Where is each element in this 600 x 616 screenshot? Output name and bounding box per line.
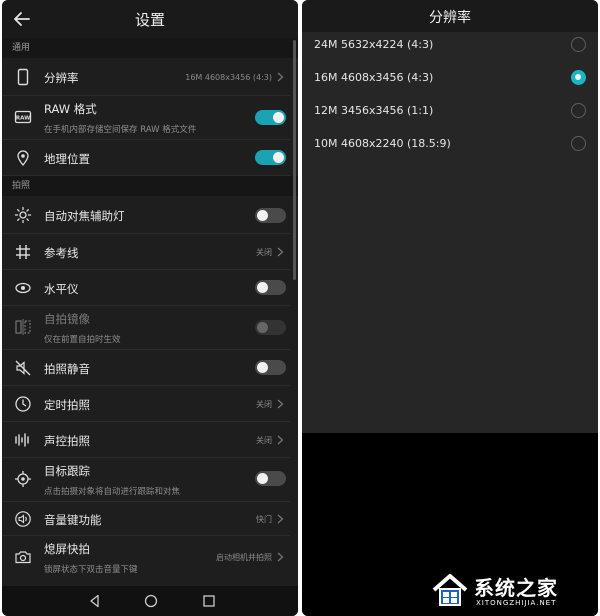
radio-button-selected[interactable]	[571, 70, 586, 85]
settings-screen: 设置 通用 分辨率 16M 4608x3456 (4:3) RAW RAW 格式…	[2, 0, 298, 616]
chevron-right-icon	[277, 247, 284, 257]
mirror-icon	[14, 318, 32, 336]
level-toggle[interactable]	[255, 280, 286, 295]
scrollbar[interactable]	[293, 40, 296, 280]
setting-row-location[interactable]: 地理位置	[2, 140, 290, 176]
resolution-option[interactable]: 10M 4608x2240 (18.5:9)	[314, 129, 586, 161]
volume-icon	[14, 510, 32, 528]
raw-icon: RAW	[14, 108, 32, 126]
setting-value: 启动相机并拍照	[216, 553, 272, 562]
mute-speaker-icon	[14, 359, 32, 377]
raw-toggle[interactable]	[255, 110, 286, 125]
resolution-option[interactable]: 16M 4608x3456 (4:3)	[314, 63, 586, 95]
setting-label: 水平仪	[44, 282, 79, 296]
setting-label: 分辨率	[44, 71, 79, 85]
level-icon	[14, 279, 32, 297]
setting-label: 参考线	[44, 246, 79, 260]
section-header-general: 通用	[2, 38, 298, 58]
tracking-toggle[interactable]	[255, 471, 286, 486]
watermark-brand: 系统之家	[474, 576, 558, 600]
setting-row-voice-capture[interactable]: 声控拍照 关闭	[2, 422, 290, 458]
svg-text:RAW: RAW	[16, 116, 30, 122]
setting-label: 目标跟踪	[44, 464, 90, 478]
setting-value: 快门	[256, 515, 272, 524]
camera-icon	[14, 548, 32, 566]
nav-home-icon[interactable]	[142, 592, 160, 610]
setting-label: 熄屏快拍	[44, 542, 90, 556]
setting-label: 音量键功能	[44, 513, 102, 527]
watermark-url: XITONGZHIJIA.NET	[476, 599, 557, 607]
setting-row-resolution[interactable]: 分辨率 16M 4608x3456 (4:3)	[2, 58, 290, 96]
resolution-dialog: 分辨率 24M 5632x4224 (4:3) 16M 4608x3456 (4…	[302, 0, 598, 616]
setting-row-volume-key[interactable]: 音量键功能 快门	[2, 502, 290, 536]
setting-label: 自拍镜像	[44, 312, 90, 326]
setting-value: 关闭	[256, 248, 272, 257]
setting-row-af-assist-light[interactable]: 自动对焦辅助灯	[2, 196, 290, 234]
chevron-right-icon	[277, 72, 284, 82]
setting-row-raw[interactable]: RAW RAW 格式 在手机内部存储空间保存 RAW 格式文件	[2, 96, 290, 140]
setting-row-shutter-mute[interactable]: 拍照静音	[2, 350, 290, 386]
setting-row-timer[interactable]: 定时拍照 关闭	[2, 386, 290, 422]
option-label: 16M 4608x3456 (4:3)	[314, 71, 434, 84]
setting-value: 关闭	[256, 436, 272, 445]
setting-label: 地理位置	[44, 152, 90, 166]
chevron-right-icon	[277, 435, 284, 445]
setting-description: 仅在前置自拍时生效	[44, 335, 121, 345]
setting-row-selfie-mirror: 自拍镜像 仅在前置自拍时生效	[2, 306, 290, 350]
location-pin-icon	[14, 149, 32, 167]
setting-label: 自动对焦辅助灯	[44, 209, 125, 223]
chevron-right-icon	[277, 399, 284, 409]
setting-row-quick-snapshot[interactable]: 熄屏快拍 锁屏状态下双击音量下键 启动相机并拍照	[2, 536, 290, 580]
system-nav-bar	[2, 586, 298, 616]
dialog-title: 分辨率	[429, 10, 471, 26]
setting-value: 16M 4608x3456 (4:3)	[185, 73, 272, 82]
resolution-option[interactable]: 12M 3456x3456 (1:1)	[314, 96, 586, 128]
grid-hash-icon	[14, 243, 32, 261]
setting-description: 在手机内部存储空间保存 RAW 格式文件	[44, 125, 197, 135]
option-label: 24M 5632x4224 (4:3)	[314, 38, 434, 51]
house-logo-icon	[432, 574, 468, 606]
page-title: 设置	[134, 11, 165, 29]
setting-row-level[interactable]: 水平仪	[2, 270, 290, 306]
radio-button[interactable]	[571, 103, 586, 118]
sun-icon	[14, 206, 32, 224]
nav-recents-icon[interactable]	[200, 592, 218, 610]
nav-back-icon[interactable]	[86, 592, 104, 610]
mute-toggle[interactable]	[255, 360, 286, 375]
clock-icon	[14, 395, 32, 413]
setting-label: 声控拍照	[44, 434, 90, 448]
chevron-right-icon	[277, 552, 284, 562]
chevron-right-icon	[277, 514, 284, 524]
option-label: 12M 3456x3456 (1:1)	[314, 104, 434, 117]
target-icon	[14, 470, 32, 488]
settings-header: 设置	[2, 0, 298, 38]
af-assist-toggle[interactable]	[255, 208, 286, 223]
option-label: 10M 4608x2240 (18.5:9)	[314, 137, 451, 150]
phone-icon	[14, 68, 32, 86]
setting-label: RAW 格式	[44, 102, 97, 116]
sound-wave-icon	[14, 431, 32, 449]
setting-row-grid[interactable]: 参考线 关闭	[2, 234, 290, 270]
watermark: 系统之家 XITONGZHIJIA.NET	[430, 568, 598, 614]
setting-value: 关闭	[256, 400, 272, 409]
resolution-header: 分辨率	[302, 0, 598, 32]
location-toggle[interactable]	[255, 150, 286, 165]
radio-button[interactable]	[571, 136, 586, 151]
setting-label: 拍照静音	[44, 362, 90, 376]
setting-description: 点击拍摄对象将自动进行跟踪和对焦	[44, 487, 181, 497]
setting-row-object-tracking[interactable]: 目标跟踪 点击拍摄对象将自动进行跟踪和对焦	[2, 458, 290, 502]
mirror-toggle	[255, 320, 286, 335]
setting-label: 定时拍照	[44, 398, 90, 412]
resolution-option[interactable]: 24M 5632x4224 (4:3)	[314, 30, 586, 62]
section-header-photo: 拍照	[2, 176, 298, 196]
radio-button[interactable]	[571, 37, 586, 52]
setting-description: 锁屏状态下双击音量下键	[44, 565, 138, 575]
